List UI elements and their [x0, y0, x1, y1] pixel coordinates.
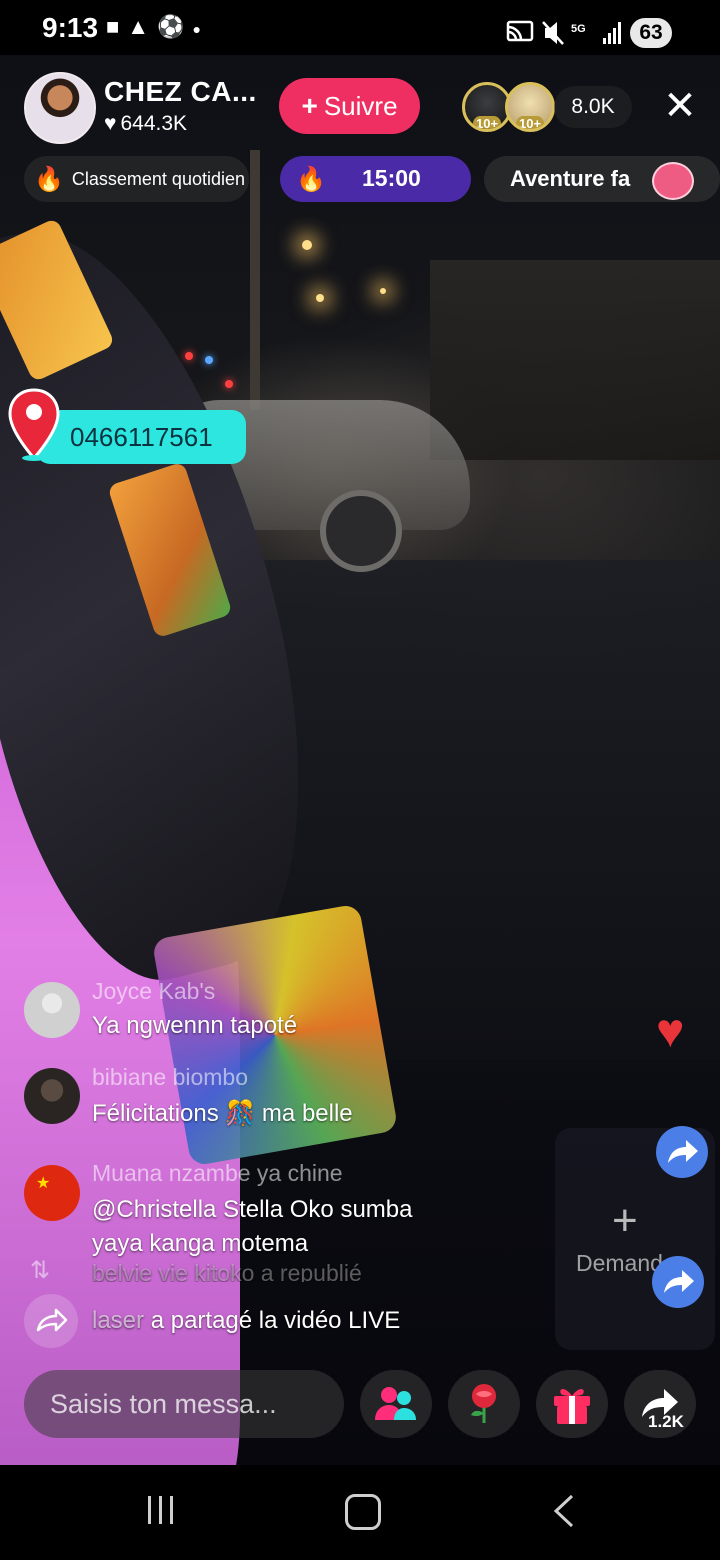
comment-text: yaya kanga motema	[92, 1230, 309, 1257]
video-lamp-pole	[250, 150, 260, 410]
video-light	[205, 356, 213, 364]
5g-icon: 5G	[571, 23, 586, 35]
video-icon: ■	[106, 14, 128, 39]
rose-icon	[471, 1384, 496, 1423]
share-arrow-icon	[24, 1294, 78, 1348]
comment-text: Ya ngwennn tapoté	[92, 1012, 298, 1039]
plus-icon[interactable]: +	[612, 1196, 638, 1246]
video-building	[430, 260, 720, 460]
comment-text: @Christella Stella Oko sumba	[92, 1196, 413, 1223]
status-system-icons: 5G	[506, 20, 621, 45]
comment-username[interactable]: Muana nzambe ya chine	[92, 1160, 343, 1187]
location-tag[interactable]: 0466117561	[36, 410, 246, 464]
heart-icon: ♥	[104, 112, 117, 135]
close-icon[interactable]: ✕	[660, 84, 700, 128]
message-input[interactable]	[24, 1370, 344, 1438]
heart-sticker-icon	[652, 162, 694, 200]
share-count: 1.2K	[648, 1412, 684, 1431]
video-streetlight	[380, 288, 386, 294]
comment-avatar[interactable]	[24, 982, 80, 1038]
comment-username[interactable]: bibiane biombo	[92, 1064, 248, 1091]
daily-ranking-label: Classement quotidien	[71, 168, 245, 189]
status-notification-icons: ■▲⚽●	[106, 14, 209, 40]
video-light	[185, 352, 193, 360]
repost-notice: belvie vie kitoko a republié	[92, 1260, 362, 1282]
dot-icon: ●	[192, 21, 209, 37]
video-car-wheel	[320, 490, 402, 572]
china-flag-icon: ★	[36, 1175, 51, 1192]
warning-icon: ▲	[127, 14, 158, 39]
viewer-count[interactable]: 8.0K	[554, 86, 632, 128]
comment-username[interactable]: Joyce Kab's	[92, 978, 215, 1005]
timer-pill[interactable]: 🔥 15:00	[280, 156, 471, 202]
status-bar: 9:13 ■▲⚽● 5G 63	[0, 0, 720, 55]
comment-avatar[interactable]	[24, 1068, 80, 1124]
home-icon[interactable]	[345, 1494, 381, 1530]
follow-button[interactable]: + Suivre	[279, 78, 420, 134]
gift-button[interactable]	[536, 1370, 608, 1438]
top-viewer-avatar[interactable]: 10+	[505, 82, 555, 132]
share-float-icon	[656, 1126, 708, 1178]
streamer-name[interactable]: CHEZ CA...	[104, 76, 257, 108]
recent-apps-icon[interactable]	[145, 1494, 177, 1526]
mute-icon	[542, 21, 564, 45]
live-stream-screen: 9:13 ■▲⚽● 5G 63 CHEZ CA... ♥ 644.3K + Sui…	[0, 0, 720, 1560]
torch-icon: 🔥	[296, 166, 326, 193]
adventure-pill[interactable]: Aventure fa	[484, 156, 720, 202]
video-streetlight	[302, 240, 312, 250]
gift-icon	[554, 1389, 590, 1424]
follow-label: Suivre	[323, 90, 398, 121]
adventure-label: Aventure fa	[510, 166, 631, 191]
video-light	[225, 380, 233, 388]
streamer-avatar[interactable]	[24, 72, 96, 144]
likes-value: 644.3K	[120, 112, 188, 135]
floating-heart-icon: ♥	[656, 1005, 685, 1058]
cast-icon	[506, 20, 534, 42]
signal-icon	[603, 22, 621, 44]
comment-avatar[interactable]: ★	[24, 1165, 80, 1221]
video-streetlight	[316, 294, 324, 302]
daily-ranking-pill[interactable]: 🔥 Classement quotidien	[24, 156, 249, 202]
flame-icon: 🔥	[34, 165, 64, 193]
share-float-icon	[652, 1256, 704, 1308]
share-notice: laser a partagé la vidéo LIVE	[92, 1307, 400, 1335]
viewer-rank-badge: 10+	[473, 116, 502, 129]
comment-text: Félicitations 🎊 ma belle	[92, 1100, 353, 1127]
soccer-ball-icon: ⚽	[157, 14, 193, 39]
rose-gift-button[interactable]	[448, 1370, 520, 1438]
battery-indicator: 63	[630, 18, 672, 48]
back-icon[interactable]	[552, 1494, 576, 1528]
viewer-rank-badge: 10+	[516, 116, 545, 129]
status-time: 9:13	[42, 12, 99, 43]
repost-icon: ⇅	[30, 1257, 51, 1284]
guests-icon	[375, 1387, 416, 1420]
timer-value: 15:00	[362, 165, 421, 191]
map-pin-icon	[8, 388, 60, 461]
guests-button[interactable]	[360, 1370, 432, 1438]
likes-count: ♥ 644.3K	[104, 112, 187, 136]
share-notice-text: a partagé la vidéo LIVE	[150, 1307, 401, 1334]
request-label[interactable]: Demand	[576, 1250, 663, 1277]
plus-icon: +	[301, 90, 318, 121]
share-notice-user[interactable]: laser	[92, 1307, 144, 1334]
location-phone: 0466117561	[70, 421, 213, 452]
